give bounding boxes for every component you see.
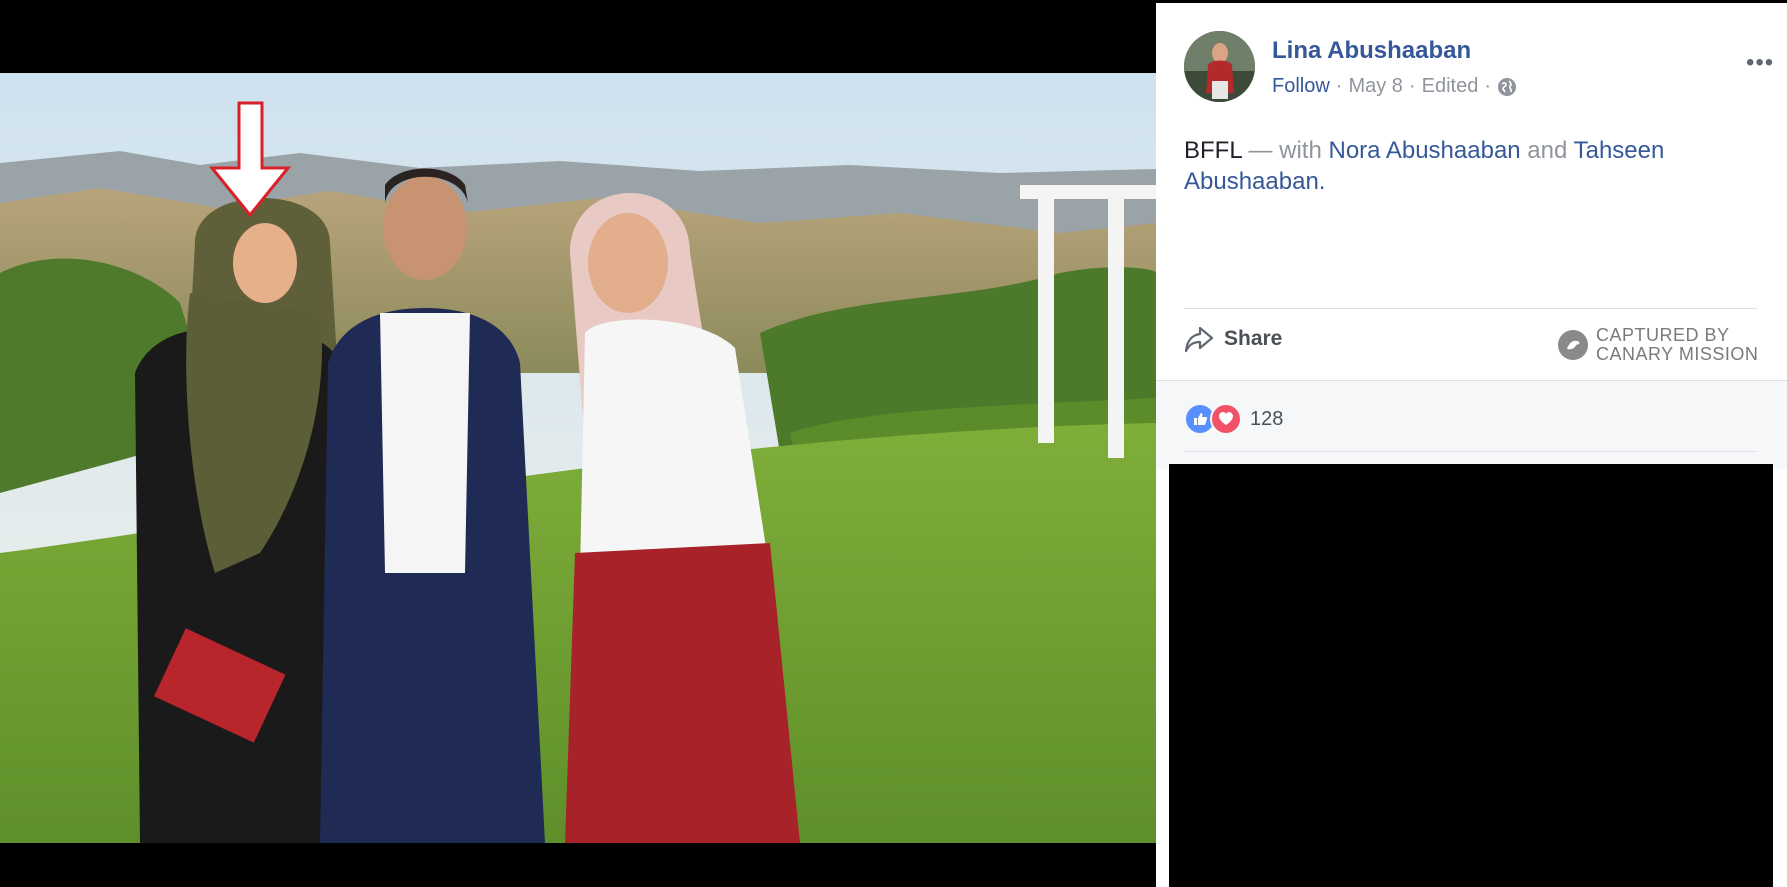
canary-bird-icon bbox=[1558, 330, 1588, 360]
divider bbox=[1184, 308, 1757, 309]
share-button[interactable]: Share bbox=[1184, 325, 1282, 353]
post-text-main: BFFL bbox=[1184, 137, 1242, 164]
meta-separator: · bbox=[1408, 75, 1416, 97]
post-text-and: and bbox=[1520, 137, 1574, 164]
more-options-icon[interactable]: ••• bbox=[1746, 49, 1774, 77]
canary-mission-watermark: CAPTURED BY CANARY MISSION bbox=[1558, 326, 1758, 364]
post-text-end: . bbox=[1318, 168, 1326, 195]
watermark-line-1: CAPTURED BY bbox=[1596, 325, 1730, 345]
share-label: Share bbox=[1224, 327, 1283, 350]
reactions-bar: 128 bbox=[1156, 380, 1787, 469]
edited-label[interactable]: Edited bbox=[1422, 75, 1479, 98]
post-date[interactable]: May 8 bbox=[1348, 75, 1402, 98]
meta-separator: · bbox=[1335, 75, 1343, 97]
photo-viewer bbox=[0, 0, 1156, 887]
follow-link[interactable]: Follow bbox=[1272, 75, 1330, 98]
post-side-panel: Lina Abushaaban Follow · May 8 · Edited … bbox=[1156, 3, 1787, 887]
post-photo[interactable] bbox=[0, 73, 1156, 843]
comments-area bbox=[1169, 464, 1773, 887]
reactions-summary[interactable]: 128 bbox=[1184, 403, 1283, 435]
love-icon bbox=[1210, 403, 1242, 435]
meta-separator: · bbox=[1484, 75, 1491, 97]
globe-icon bbox=[1497, 77, 1517, 97]
divider bbox=[1184, 451, 1757, 452]
post-meta: Follow · May 8 · Edited · bbox=[1272, 75, 1517, 98]
share-arrow-icon bbox=[1184, 326, 1214, 353]
post-text: BFFL — with Nora Abushaaban and Tahseen … bbox=[1184, 135, 1744, 197]
author-avatar[interactable] bbox=[1184, 31, 1255, 102]
post-text-with: — with bbox=[1241, 137, 1329, 164]
tagged-user-1[interactable]: Nora Abushaaban bbox=[1328, 137, 1520, 164]
watermark-line-2: CANARY MISSION bbox=[1596, 344, 1759, 364]
author-name[interactable]: Lina Abushaaban bbox=[1272, 37, 1471, 65]
reaction-count: 128 bbox=[1250, 407, 1284, 430]
